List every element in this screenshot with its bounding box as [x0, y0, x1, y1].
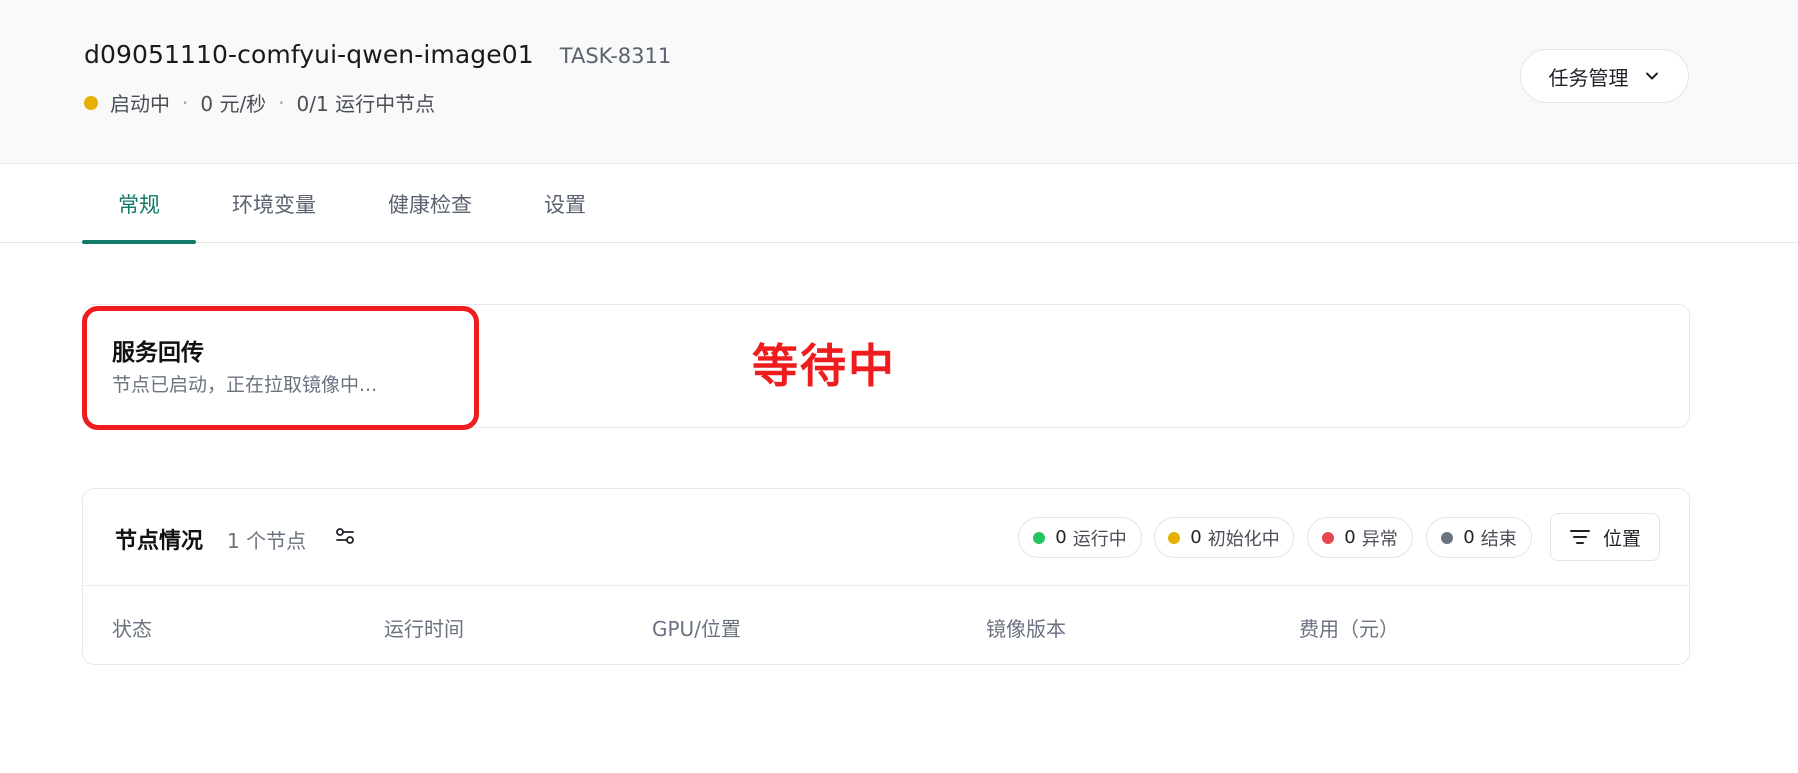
filter-count: 0: [1055, 527, 1067, 548]
column-gpu-location[interactable]: GPU/位置: [652, 613, 741, 642]
filter-label: 初始化中: [1207, 528, 1280, 550]
tab-label: 设置: [544, 193, 586, 217]
nodes-running-text: 0/1 运行中节点: [296, 92, 436, 116]
status-dot-icon: [1441, 531, 1454, 544]
status-dot-icon: [84, 95, 98, 110]
tab-bar: 常规 环境变量 健康检查 设置: [0, 165, 1798, 244]
status-dot-icon: [1033, 531, 1046, 544]
filter-initializing[interactable]: 0 初始化中: [1154, 517, 1294, 558]
chevron-down-icon: [1645, 72, 1658, 80]
filter-label: 结束: [1480, 528, 1517, 550]
node-status-card: [82, 488, 1690, 665]
position-label: 位置: [1602, 527, 1641, 550]
position-sort-button[interactable]: 位置: [1550, 513, 1660, 561]
status-text: 启动中: [110, 92, 170, 116]
filter-label: 异常: [1361, 528, 1398, 550]
filter-error[interactable]: 0 异常: [1307, 517, 1413, 558]
node-section-title: 节点情况: [115, 529, 204, 554]
task-manage-button[interactable]: 任务管理: [1520, 49, 1689, 103]
tab-general[interactable]: 常规: [82, 165, 196, 244]
filter-running[interactable]: 0 运行中: [1018, 517, 1142, 558]
filter-count: 0: [1190, 527, 1202, 548]
task-id: TASK-8311: [559, 44, 672, 68]
rate-text: 0 元/秒: [200, 92, 267, 116]
tab-label: 环境变量: [232, 193, 316, 217]
node-count: 1 个节点: [227, 529, 307, 553]
filter-count: 0: [1344, 527, 1356, 548]
tab-label: 常规: [118, 193, 160, 217]
task-header: d09051110-comfyui-qwen-image01 TASK-8311…: [0, 0, 1798, 164]
column-status[interactable]: 状态: [112, 613, 152, 642]
filter-lines-icon: [1569, 530, 1590, 544]
table-divider: [83, 585, 1689, 586]
column-runtime[interactable]: 运行时间: [384, 613, 464, 642]
waiting-annotation: 等待中: [752, 339, 896, 393]
service-subtitle: 节点已启动，正在拉取镜像中...: [112, 374, 378, 396]
task-name: d09051110-comfyui-qwen-image01: [84, 40, 534, 69]
tab-health-check[interactable]: 健康检查: [368, 165, 492, 243]
separator-dot: ·: [278, 90, 285, 115]
column-image-version[interactable]: 镜像版本: [986, 613, 1066, 642]
status-dot-icon: [1168, 531, 1181, 544]
status-dot-icon: [1322, 531, 1335, 544]
filter-count: 0: [1463, 527, 1475, 548]
filter-label: 运行中: [1072, 528, 1127, 550]
task-manage-label: 任务管理: [1548, 65, 1629, 90]
service-title: 服务回传: [112, 340, 204, 366]
title-row: d09051110-comfyui-qwen-image01 TASK-8311: [84, 40, 671, 69]
tab-env-vars[interactable]: 环境变量: [212, 165, 336, 243]
column-cost[interactable]: 费用（元）: [1299, 613, 1399, 642]
highlight-annotation-box: [82, 306, 479, 430]
sliders-icon[interactable]: [333, 524, 357, 548]
tab-settings[interactable]: 设置: [524, 165, 606, 243]
status-row: 启动中 · 0 元/秒 · 0/1 运行中节点: [84, 88, 435, 117]
filter-finished[interactable]: 0 结束: [1426, 517, 1532, 558]
separator-dot: ·: [182, 90, 189, 115]
tab-label: 健康检查: [388, 193, 472, 217]
